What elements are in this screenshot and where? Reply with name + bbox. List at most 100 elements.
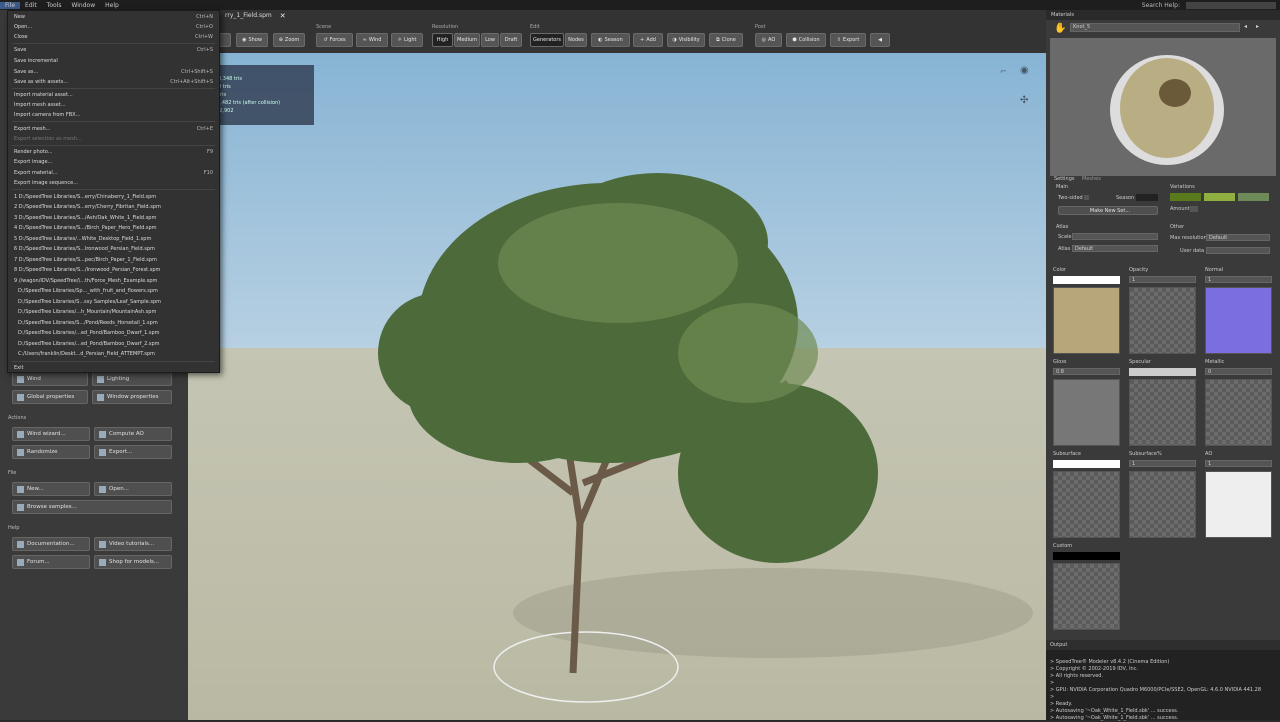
- material-prev-icon[interactable]: ◂: [1244, 23, 1247, 30]
- amount-checkbox[interactable]: [1190, 206, 1198, 212]
- menu-item-save-as[interactable]: Save as... Ctrl+Shift+S: [14, 67, 213, 77]
- two-sided-checkbox[interactable]: [1084, 195, 1089, 200]
- menu-item-import-mesh[interactable]: Import mesh asset...: [14, 100, 213, 110]
- subsurface-swatch[interactable]: [1053, 460, 1120, 468]
- recent-file-item[interactable]: 7 D:/SpeedTree Libraries/S...pec/Birch_P…: [14, 255, 213, 265]
- search-help-input[interactable]: [1186, 1, 1276, 9]
- resolution-low-button[interactable]: Low: [481, 33, 499, 47]
- 3d-viewport[interactable]: MODEL ches: 2,438,348 tris caps: 2,340 t…: [188, 53, 1046, 720]
- resolution-draft-button[interactable]: Draft: [500, 33, 522, 47]
- variation-swatch[interactable]: [1204, 193, 1235, 201]
- zoom-button[interactable]: ⊕ Zoom: [273, 33, 305, 47]
- season-field[interactable]: [1136, 194, 1158, 201]
- recent-file-item[interactable]: 1 D:/SpeedTree Libraries/S...erry/Chinab…: [14, 192, 213, 202]
- recent-file-item[interactable]: D:/SpeedTree Libraries/Sp..._with_fruit_…: [18, 286, 213, 296]
- recent-file-item[interactable]: D:/SpeedTree Libraries/S.../Pond/Reeds_H…: [18, 318, 213, 328]
- lighting-button[interactable]: Lighting: [92, 372, 172, 386]
- menu-item-export-mesh[interactable]: Export mesh... Ctrl+E: [14, 124, 213, 134]
- menu-file[interactable]: File: [0, 1, 21, 9]
- menu-item-save-incremental[interactable]: Save incremental: [14, 56, 213, 66]
- normal-map-thumbnail[interactable]: [1205, 287, 1272, 354]
- wind-wizard-button[interactable]: Wind wizard...: [12, 427, 90, 441]
- nodes-button[interactable]: Nodes: [565, 33, 587, 47]
- menu-help[interactable]: Help: [100, 2, 124, 9]
- scale-field[interactable]: [1072, 233, 1158, 240]
- back-arrow-button[interactable]: ◀: [870, 33, 890, 47]
- opacity-value-field[interactable]: 1: [1129, 276, 1196, 283]
- user-data-field[interactable]: [1206, 247, 1270, 254]
- resolution-high-button[interactable]: High: [432, 33, 453, 47]
- export-panel-button[interactable]: Export...: [94, 445, 172, 459]
- resolution-medium-button[interactable]: Medium: [454, 33, 480, 47]
- close-icon[interactable]: ✕: [280, 12, 286, 21]
- material-select[interactable]: Knot_5: [1070, 23, 1240, 32]
- recent-file-item[interactable]: 6 D:/SpeedTree Libraries/S...Ironwood_Pe…: [14, 244, 213, 254]
- camera-icon[interactable]: ◉: [1020, 65, 1029, 76]
- subsurface-map-thumbnail[interactable]: [1053, 471, 1120, 538]
- menu-item-exit[interactable]: Exit: [14, 363, 213, 373]
- normal-value-field[interactable]: 1: [1205, 276, 1272, 283]
- wind-fan-icon[interactable]: ✣: [1020, 95, 1028, 106]
- forum-button[interactable]: Forum...: [12, 555, 90, 569]
- custom-map-thumbnail[interactable]: [1053, 563, 1120, 630]
- menu-item-export-material[interactable]: Export material... F10: [14, 168, 213, 178]
- menu-item-save-as-assets[interactable]: Save as with assets... Ctrl+Alt+Shift+S: [14, 77, 213, 87]
- add-button[interactable]: + Add: [633, 33, 663, 47]
- collision-button[interactable]: ⬢ Collision: [786, 33, 826, 47]
- menu-item-export-image[interactable]: Export image...: [14, 157, 213, 167]
- menu-tools[interactable]: Tools: [42, 2, 67, 9]
- recent-file-item[interactable]: 8 D:/SpeedTree Libraries/S.../Ironwood_P…: [14, 265, 213, 275]
- compute-ao-button[interactable]: Compute AO: [94, 427, 172, 441]
- open-button[interactable]: Open...: [94, 482, 172, 496]
- recent-file-item[interactable]: D:/SpeedTree Libraries/...h_Mountain/Mou…: [18, 307, 213, 317]
- menu-item-import-material[interactable]: Import material asset...: [14, 90, 213, 100]
- variation-swatch[interactable]: [1238, 193, 1269, 201]
- variation-swatch[interactable]: [1170, 193, 1201, 201]
- custom-swatch[interactable]: [1053, 552, 1120, 560]
- menu-item-render-photo[interactable]: Render photo... F9: [14, 147, 213, 157]
- menu-item-open[interactable]: Open... Ctrl+O: [14, 22, 213, 32]
- recent-file-item[interactable]: 5 D:/SpeedTree Libraries/...White_Deskto…: [14, 234, 213, 244]
- randomize-button[interactable]: Randomize: [12, 445, 90, 459]
- hand-icon[interactable]: ✋: [1054, 23, 1066, 34]
- new-button[interactable]: New...: [12, 482, 90, 496]
- make-new-set-button[interactable]: Make New Set...: [1058, 206, 1158, 215]
- recent-file-item[interactable]: D:/SpeedTree Libraries/...ed_Pond/Bamboo…: [18, 339, 213, 349]
- video-tutorials-button[interactable]: Video tutorials...: [94, 537, 172, 551]
- show-button[interactable]: ◉ Show: [236, 33, 268, 47]
- menu-item-import-camera[interactable]: Import camera from FBX...: [14, 110, 213, 120]
- menu-item-save[interactable]: Save Ctrl+S: [14, 45, 213, 55]
- menu-item-new[interactable]: New Ctrl+N: [14, 12, 213, 22]
- recent-file-item[interactable]: 9 //wagon/IDV/SpeedTree/\...th/Force_Mes…: [14, 276, 213, 286]
- ao-map-thumbnail[interactable]: [1205, 471, 1272, 538]
- opacity-map-thumbnail[interactable]: [1129, 287, 1196, 354]
- recent-file-item[interactable]: 2 D:/SpeedTree Libraries/S...erry/Cherry…: [14, 202, 213, 212]
- menu-item-close[interactable]: Close Ctrl+W: [14, 32, 213, 42]
- documentation-button[interactable]: Documentation...: [12, 537, 90, 551]
- gloss-value-field[interactable]: 0.8: [1053, 368, 1120, 375]
- ao-value-field[interactable]: 1: [1205, 460, 1272, 467]
- global-properties-button[interactable]: Global properties: [12, 390, 88, 404]
- menu-item-export-image-sequence[interactable]: Export image sequence...: [14, 178, 213, 188]
- metallic-value-field[interactable]: 0: [1205, 368, 1272, 375]
- metallic-map-thumbnail[interactable]: [1205, 379, 1272, 446]
- ao-button[interactable]: ◎ AO: [755, 33, 782, 47]
- wind-button[interactable]: ≈ Wind: [356, 33, 388, 47]
- browse-samples-button[interactable]: Browse samples...: [12, 500, 172, 514]
- recent-file-item[interactable]: 3 D:/SpeedTree Libraries/S.../Ash/Oak_Wh…: [14, 213, 213, 223]
- gloss-map-thumbnail[interactable]: [1053, 379, 1120, 446]
- season-button[interactable]: ◐ Season: [591, 33, 630, 47]
- menu-edit[interactable]: Edit: [20, 2, 42, 9]
- wind-panel-button[interactable]: Wind: [12, 372, 88, 386]
- visibility-button[interactable]: ◑ Visibility: [667, 33, 705, 47]
- export-button[interactable]: ⇪ Export: [830, 33, 866, 47]
- tab-meshes[interactable]: Meshes: [1082, 176, 1101, 182]
- color-map-thumbnail[interactable]: [1053, 287, 1120, 354]
- subsurface-percent-map-thumbnail[interactable]: [1129, 471, 1196, 538]
- recent-file-item[interactable]: 4 D:/SpeedTree Libraries/S.../Birch_Pape…: [14, 223, 213, 233]
- recent-file-item[interactable]: C:/Users/franklin/Deskt...d_Persian_Fiel…: [18, 349, 213, 359]
- window-properties-button[interactable]: Window properties: [92, 390, 172, 404]
- material-next-icon[interactable]: ▸: [1256, 23, 1259, 30]
- menu-window[interactable]: Window: [66, 2, 100, 9]
- recent-file-item[interactable]: D:/SpeedTree Libraries/S...ssy Samples/L…: [18, 297, 213, 307]
